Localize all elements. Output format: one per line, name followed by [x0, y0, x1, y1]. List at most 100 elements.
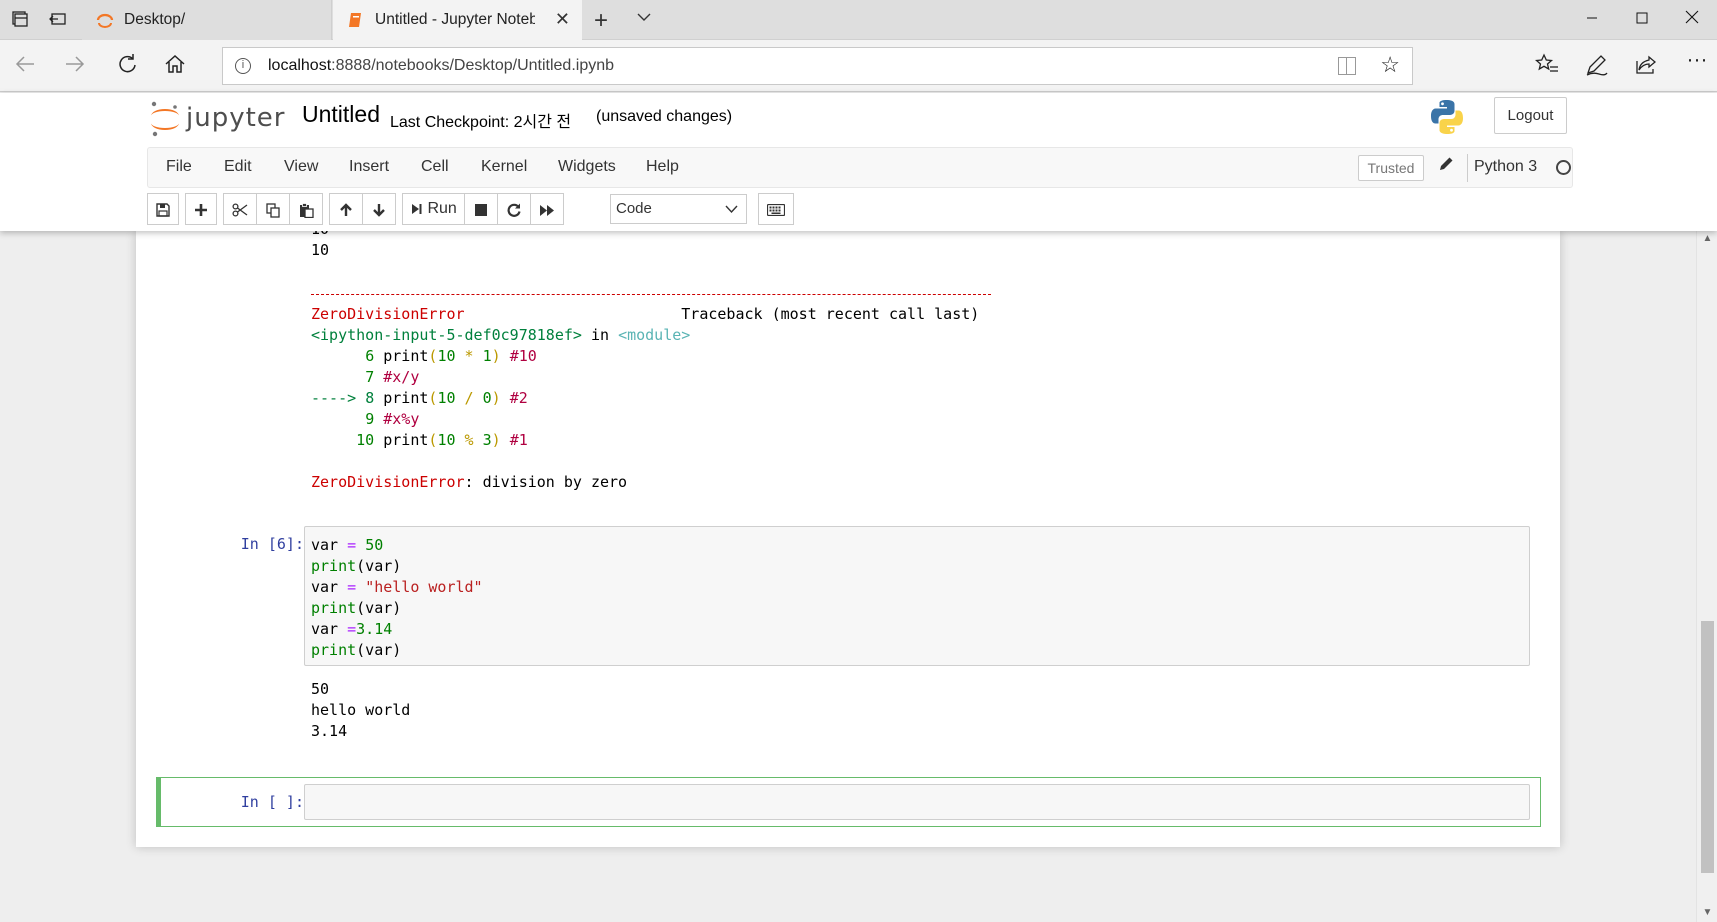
menu-help[interactable]: Help [646, 158, 679, 176]
code-line: print(var) [311, 557, 402, 575]
notebook-name[interactable]: Untitled [302, 101, 380, 128]
forward-arrow-icon[interactable] [62, 53, 88, 79]
set-aside-tabs-icon[interactable] [48, 10, 68, 30]
arrow-down-icon [373, 204, 385, 217]
tab-title: Desktop/ [124, 11, 186, 28]
paste-button[interactable] [289, 193, 323, 225]
chevron-down-icon [725, 195, 738, 233]
checkpoint-status: Last Checkpoint: 2시간 전 [390, 114, 572, 131]
restart-icon [507, 203, 521, 218]
menu-edit[interactable]: Edit [224, 158, 252, 176]
pen-icon[interactable] [1583, 52, 1611, 82]
new-tab-icon[interactable]: + [594, 7, 608, 35]
output-line: hello world [311, 701, 411, 719]
trusted-badge[interactable]: Trusted [1358, 155, 1424, 181]
code-line: var =3.14 [311, 620, 393, 638]
run-label: Run [427, 200, 457, 217]
share-icon[interactable] [1633, 52, 1661, 82]
close-tab-icon[interactable]: ✕ [555, 9, 570, 30]
page-scrollbar[interactable]: ▲ ▼ [1696, 231, 1717, 922]
interrupt-button[interactable] [464, 193, 498, 225]
url-field[interactable]: i localhost:8888/notebooks/Desktop/Untit… [222, 47, 1413, 85]
fast-forward-icon [540, 204, 554, 216]
traceback-line: 10 print(10 % 3) #1 [356, 431, 528, 449]
scroll-down-arrow-icon[interactable]: ▼ [1701, 907, 1714, 918]
restart-run-all-button[interactable] [530, 193, 564, 225]
code-line: print(var) [311, 641, 402, 659]
menu-file[interactable]: File [166, 158, 192, 176]
menu-kernel[interactable]: Kernel [481, 158, 527, 176]
tab-desktop[interactable]: Desktop/ [82, 0, 332, 40]
command-palette-button[interactable] [758, 193, 794, 225]
restart-kernel-button[interactable] [497, 193, 531, 225]
traceback-line: 7 #x/y [365, 368, 420, 386]
maximize-icon[interactable] [1617, 0, 1667, 40]
error-message: ZeroDivisionError: division by zero [311, 473, 628, 491]
scroll-up-arrow-icon[interactable]: ▲ [1701, 233, 1714, 244]
code-cell-input[interactable]: var = 50 print(var) var = "hello world" … [304, 526, 1530, 666]
cell-type-select[interactable]: Code [610, 194, 747, 224]
divider [1467, 154, 1468, 182]
jupyter-logo-icon [151, 101, 179, 137]
browser-address-bar: i localhost:8888/notebooks/Desktop/Untit… [0, 40, 1717, 92]
notebook-area: 10 10 ZeroDivisionError Traceback (most … [0, 220, 1696, 922]
cell-input-prompt: In [ ]: [240, 793, 304, 811]
cut-button[interactable] [223, 193, 257, 225]
url-text: localhost:8888/notebooks/Desktop/Untitle… [268, 57, 615, 74]
save-icon [156, 203, 170, 217]
notebook-container: 10 10 ZeroDivisionError Traceback (most … [136, 220, 1560, 847]
favorite-star-icon[interactable]: ☆ [1380, 52, 1400, 78]
jupyter-header: jupyter Untitled Last Checkpoint: 2시간 전 … [0, 93, 1717, 231]
scissors-icon [232, 203, 248, 217]
info-icon[interactable]: i [235, 58, 251, 74]
notebook-toolbar: Run Code [147, 193, 1573, 225]
traceback-line: 6 print(10 * 1) #10 [365, 347, 537, 365]
output-line: 50 [311, 680, 330, 698]
plus-icon [195, 204, 207, 217]
favorites-list-icon[interactable] [1533, 52, 1561, 82]
kernel-idle-indicator-icon [1556, 160, 1571, 175]
copy-button[interactable] [256, 193, 290, 225]
refresh-icon[interactable] [114, 53, 140, 79]
kernel-name[interactable]: Python 3 [1474, 158, 1537, 176]
back-arrow-icon[interactable] [12, 53, 38, 79]
minimize-icon[interactable] [1567, 0, 1617, 40]
output-line: 3.14 [311, 722, 348, 740]
notebook-favicon-icon [349, 13, 361, 27]
autosave-status: (unsaved changes) [596, 108, 733, 125]
scrollbar-thumb[interactable] [1701, 621, 1714, 873]
pencil-icon[interactable] [1439, 156, 1454, 176]
menu-cell[interactable]: Cell [421, 158, 449, 176]
reading-view-icon[interactable] [1338, 57, 1356, 75]
move-up-button[interactable] [329, 193, 363, 225]
traceback-divider [311, 294, 991, 295]
cell-type-value: Code [616, 200, 652, 217]
menu-insert[interactable]: Insert [349, 158, 389, 176]
menu-widgets[interactable]: Widgets [558, 158, 616, 176]
menu-view[interactable]: View [284, 158, 318, 176]
tab-manager-icon[interactable] [10, 10, 30, 30]
code-line: var = 50 [311, 536, 384, 554]
python-logo-icon [1431, 100, 1463, 134]
browser-tab-bar: Desktop/ Untitled - Jupyter Notebook ✕ + [0, 0, 1717, 40]
move-down-button[interactable] [362, 193, 396, 225]
run-button[interactable]: Run [402, 193, 465, 225]
jupyter-logo[interactable]: jupyter [148, 99, 288, 139]
traceback-line: 9 #x%y [365, 410, 420, 428]
logout-button[interactable]: Logout [1494, 97, 1567, 134]
more-menu-icon[interactable]: ··· [1683, 48, 1711, 72]
traceback-header: ZeroDivisionError Traceback (most recent… [311, 305, 980, 323]
copy-icon [265, 203, 280, 218]
arrow-up-icon [340, 203, 352, 217]
traceback-location: <ipython-input-5-def0c97818ef> in <modul… [311, 326, 691, 344]
home-icon[interactable] [162, 53, 188, 79]
chevron-down-icon[interactable] [636, 9, 652, 28]
insert-cell-button[interactable] [185, 193, 217, 225]
tab-untitled-notebook[interactable]: Untitled - Jupyter Notebook ✕ [333, 0, 582, 40]
jupyter-favicon-icon [96, 13, 114, 28]
empty-code-cell-input[interactable] [304, 784, 1530, 820]
save-button[interactable] [147, 193, 179, 225]
window-close-icon[interactable] [1667, 0, 1717, 40]
step-forward-icon [412, 203, 422, 214]
code-line: print(var) [311, 599, 402, 617]
